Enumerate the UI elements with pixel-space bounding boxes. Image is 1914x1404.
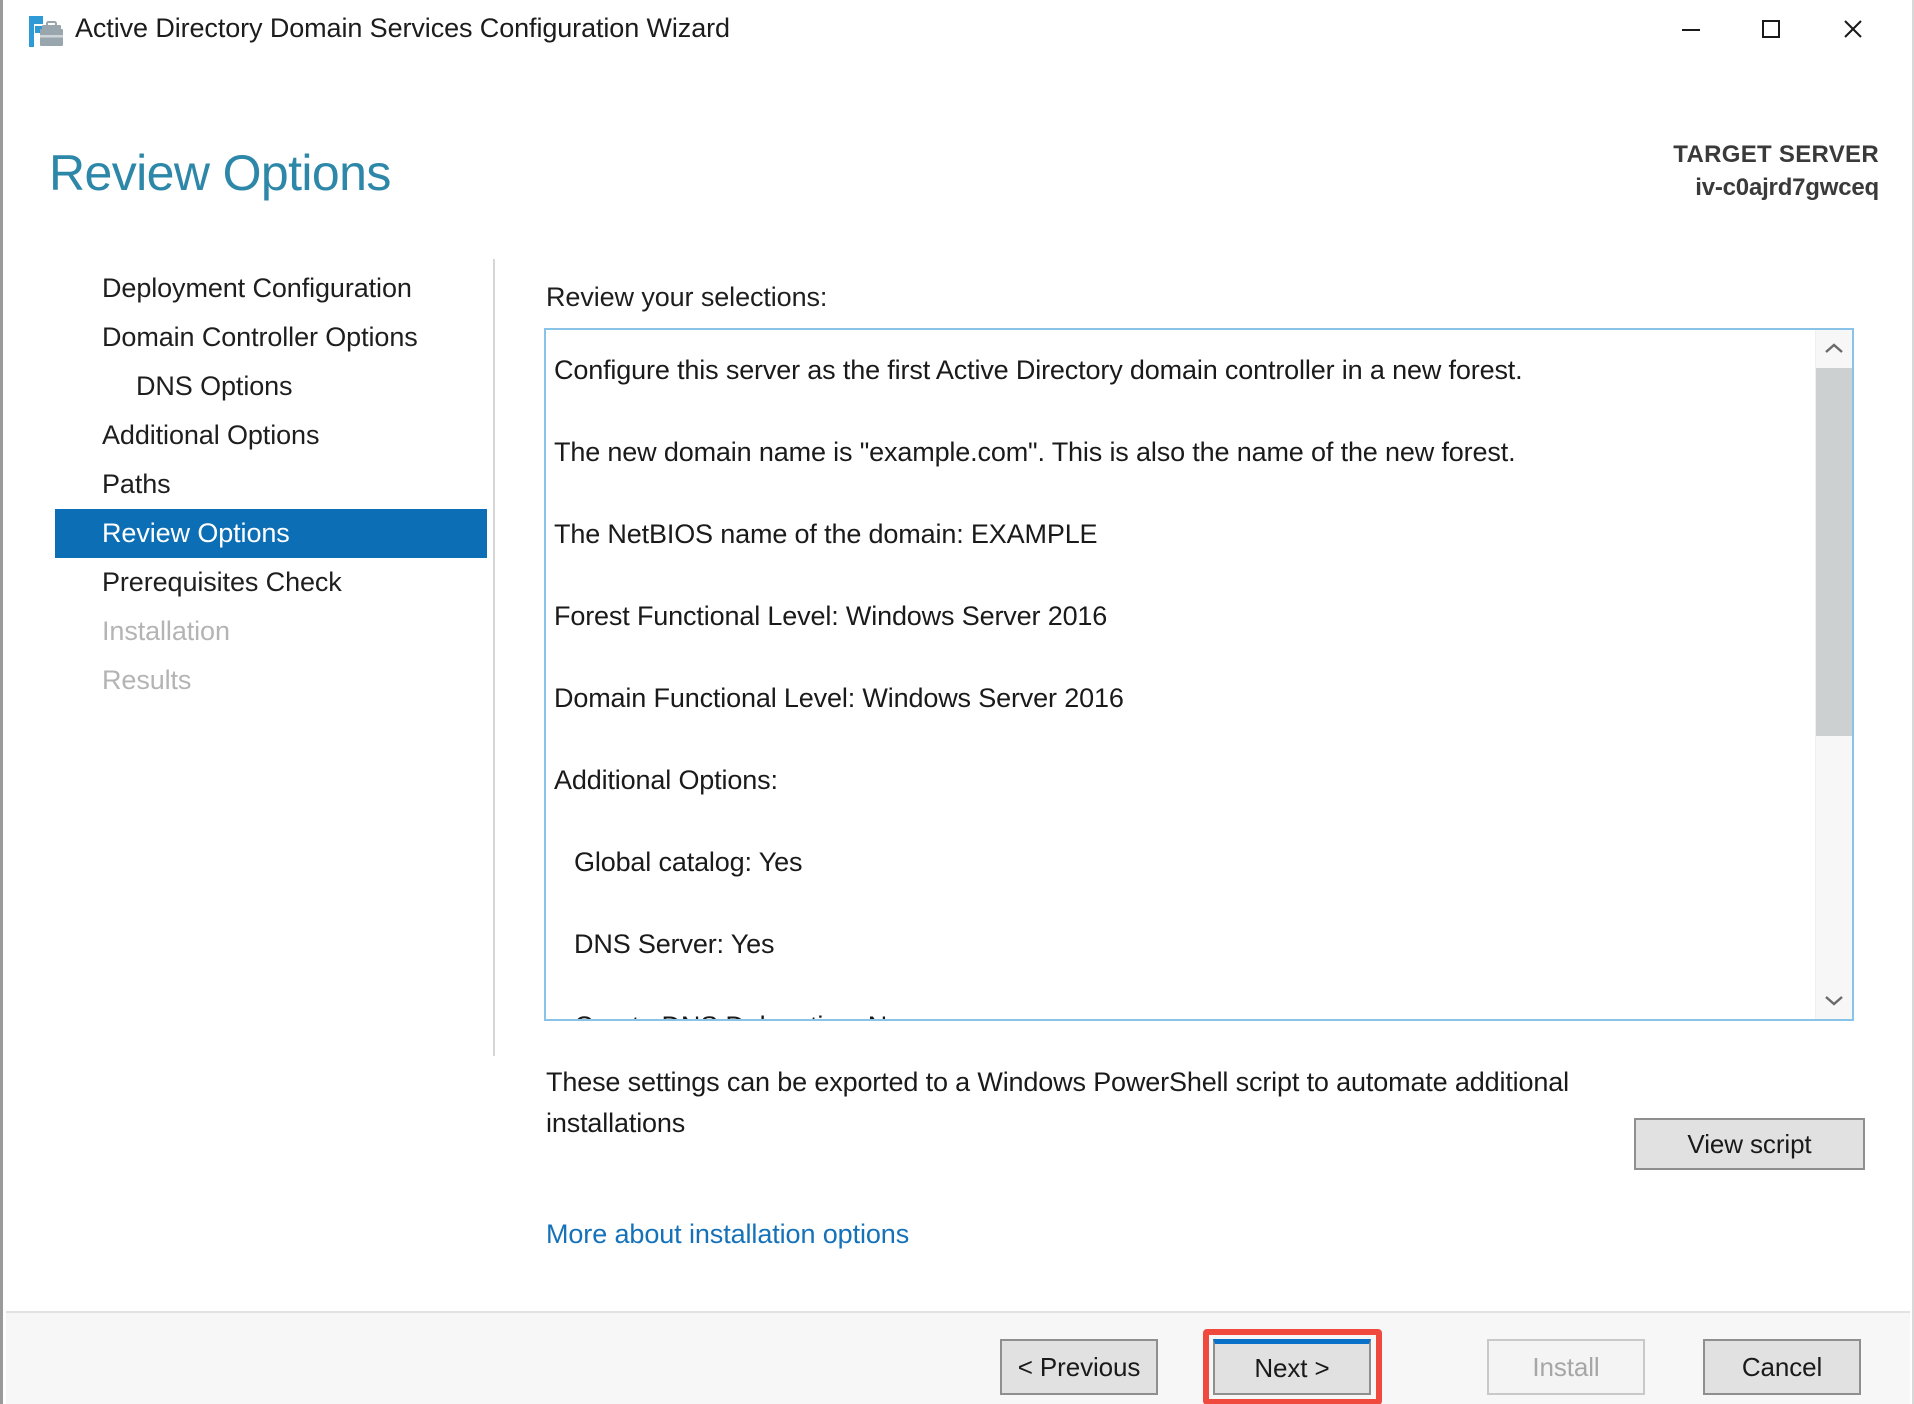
target-server-label: TARGET SERVER [1673, 141, 1879, 168]
sidebar-divider [493, 259, 495, 1056]
sidebar-item-installation: Installation [102, 616, 230, 646]
view-script-button[interactable]: View script [1634, 1118, 1865, 1170]
selection-line: Global catalog: Yes [574, 847, 803, 877]
window-title: Active Directory Domain Services Configu… [75, 13, 730, 43]
page-title: Review Options [49, 145, 391, 201]
wizard-step-nav: Deployment Configuration Domain Controlle… [6, 264, 491, 705]
sidebar-item-paths[interactable]: Paths [6, 460, 491, 509]
selection-line: Forest Functional Level: Windows Server … [554, 601, 1108, 631]
sidebar-item-dns-options[interactable]: DNS Options [6, 362, 491, 411]
target-server-block: TARGET SERVER iv-c0ajrd7gwceq [1673, 138, 1879, 204]
selections-textbox[interactable]: Configure this server as the first Activ… [544, 328, 1854, 1021]
title-bar: Active Directory Domain Services Configu… [3, 0, 1912, 62]
next-button[interactable]: Next > [1213, 1339, 1371, 1395]
review-selections-label: Review your selections: [546, 282, 828, 312]
previous-button[interactable]: < Previous [1000, 1339, 1158, 1395]
target-server-name: iv-c0ajrd7gwceq [1695, 174, 1879, 202]
selection-line: Create DNS Delegation: No [554, 998, 1816, 1019]
selection-line: Configure this server as the first Activ… [554, 355, 1523, 385]
selections-list: Configure this server as the first Activ… [546, 330, 1816, 1019]
scroll-down-icon[interactable] [1816, 981, 1852, 1019]
sidebar-item-domain-controller-options[interactable]: Domain Controller Options [6, 313, 491, 362]
sidebar-item-results: Results [102, 665, 192, 695]
export-description: These settings can be exported to a Wind… [546, 1067, 1569, 1138]
sidebar-item-deployment-configuration[interactable]: Deployment Configuration [6, 264, 491, 313]
ad-ds-wizard-icon [25, 14, 65, 50]
sidebar-item-prerequisites-check[interactable]: Prerequisites Check [6, 558, 491, 607]
scroll-up-icon[interactable] [1816, 330, 1852, 368]
more-about-installation-options-link[interactable]: More about installation options [546, 1219, 909, 1250]
maximize-icon[interactable] [1740, 0, 1802, 58]
scrollbar-thumb[interactable] [1816, 368, 1852, 736]
selection-line: Additional Options: [554, 765, 778, 795]
minimize-icon[interactable] [1660, 0, 1722, 58]
close-icon[interactable] [1822, 0, 1884, 58]
install-button: Install [1487, 1339, 1645, 1395]
selection-line: The new domain name is "example.com". Th… [554, 437, 1516, 467]
wizard-window: Active Directory Domain Services Configu… [0, 0, 1914, 1404]
selection-line: The NetBIOS name of the domain: EXAMPLE [554, 519, 1098, 549]
selection-line: Domain Functional Level: Windows Server … [554, 683, 1124, 713]
sidebar-item-review-options[interactable]: Review Options [55, 509, 487, 558]
selections-scrollbar[interactable] [1815, 330, 1852, 1019]
sidebar-item-additional-options[interactable]: Additional Options [6, 411, 491, 460]
cancel-button[interactable]: Cancel [1703, 1339, 1861, 1395]
selection-line: DNS Server: Yes [574, 929, 775, 959]
